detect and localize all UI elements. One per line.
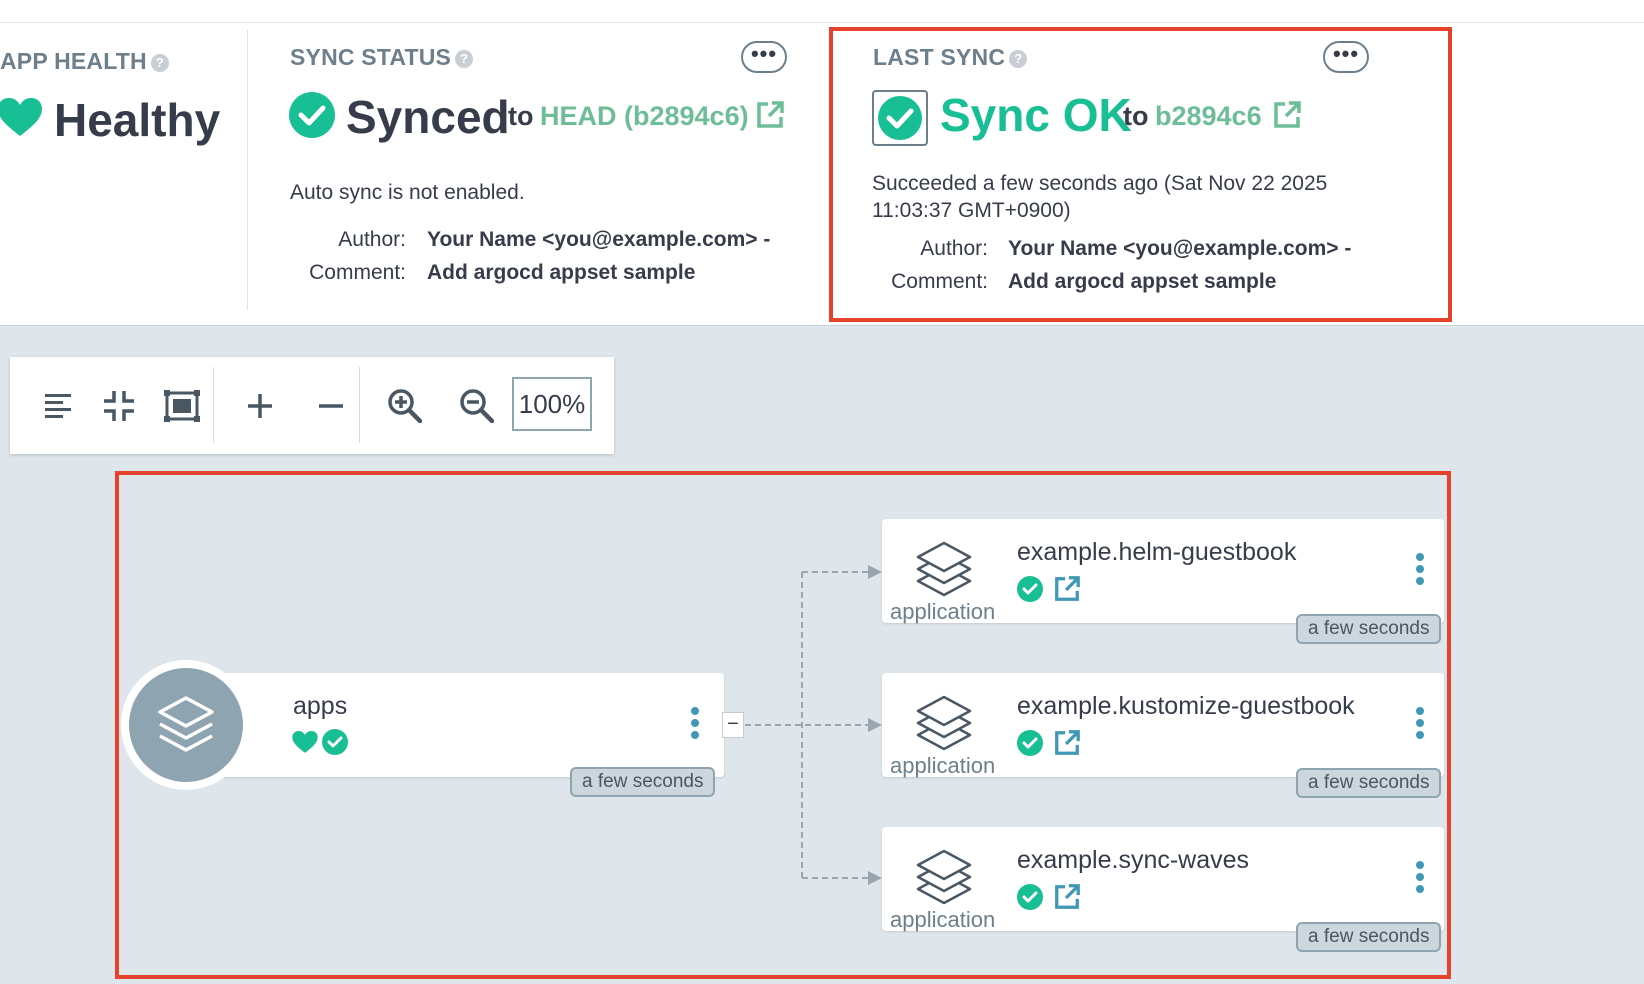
external-link-icon[interactable] xyxy=(755,100,785,130)
help-icon[interactable]: ? xyxy=(150,53,169,72)
collapse-button[interactable] xyxy=(299,357,363,454)
zoom-out-icon xyxy=(460,388,494,423)
toolbar-divider xyxy=(213,367,214,443)
sync-status-more-button[interactable]: ••• xyxy=(741,41,787,73)
sync-status-title: SYNC STATUS? xyxy=(290,44,474,71)
fit-screen-icon xyxy=(164,389,200,422)
compress-button[interactable] xyxy=(87,357,151,454)
app-health-status: Healthy xyxy=(54,94,221,146)
graph-toolbar: 100% xyxy=(10,357,614,454)
sync-revision-link[interactable]: HEAD (b2894c6) xyxy=(540,101,749,132)
help-icon[interactable]: ? xyxy=(455,49,474,68)
app-health-title: APP HEALTH? xyxy=(0,48,169,75)
sync-author-value: Your Name <you@example.com> - xyxy=(427,228,771,251)
toolbar-divider xyxy=(359,367,360,443)
auto-sync-note: Auto sync is not enabled. xyxy=(290,181,525,204)
graph-highlight xyxy=(115,471,1451,979)
top-border xyxy=(0,22,1644,23)
last-sync-highlight xyxy=(829,27,1452,322)
zoom-in-button[interactable] xyxy=(373,357,437,454)
heart-icon xyxy=(0,98,42,136)
align-left-icon xyxy=(45,393,71,418)
zoom-out-button[interactable] xyxy=(445,357,509,454)
synced-check-icon xyxy=(289,92,335,138)
expand-button[interactable] xyxy=(228,357,292,454)
minus-icon xyxy=(319,403,343,408)
sync-comment-label: Comment: xyxy=(309,261,406,284)
zoom-in-icon xyxy=(388,388,422,423)
sync-author-label: Author: xyxy=(338,228,406,251)
sync-to-label: to xyxy=(508,101,534,131)
sync-status-title-text: SYNC STATUS xyxy=(290,44,452,70)
compress-icon xyxy=(104,390,134,421)
app-health-title-text: APP HEALTH xyxy=(0,48,147,74)
sync-status-value: Synced xyxy=(346,91,510,143)
zoom-level-display: 100% xyxy=(512,377,592,431)
fit-screen-button[interactable] xyxy=(150,357,214,454)
align-left-button[interactable] xyxy=(28,357,92,454)
section-divider xyxy=(247,30,248,310)
plus-icon xyxy=(248,393,272,418)
sync-comment-value: Add argocd appset sample xyxy=(427,261,696,284)
